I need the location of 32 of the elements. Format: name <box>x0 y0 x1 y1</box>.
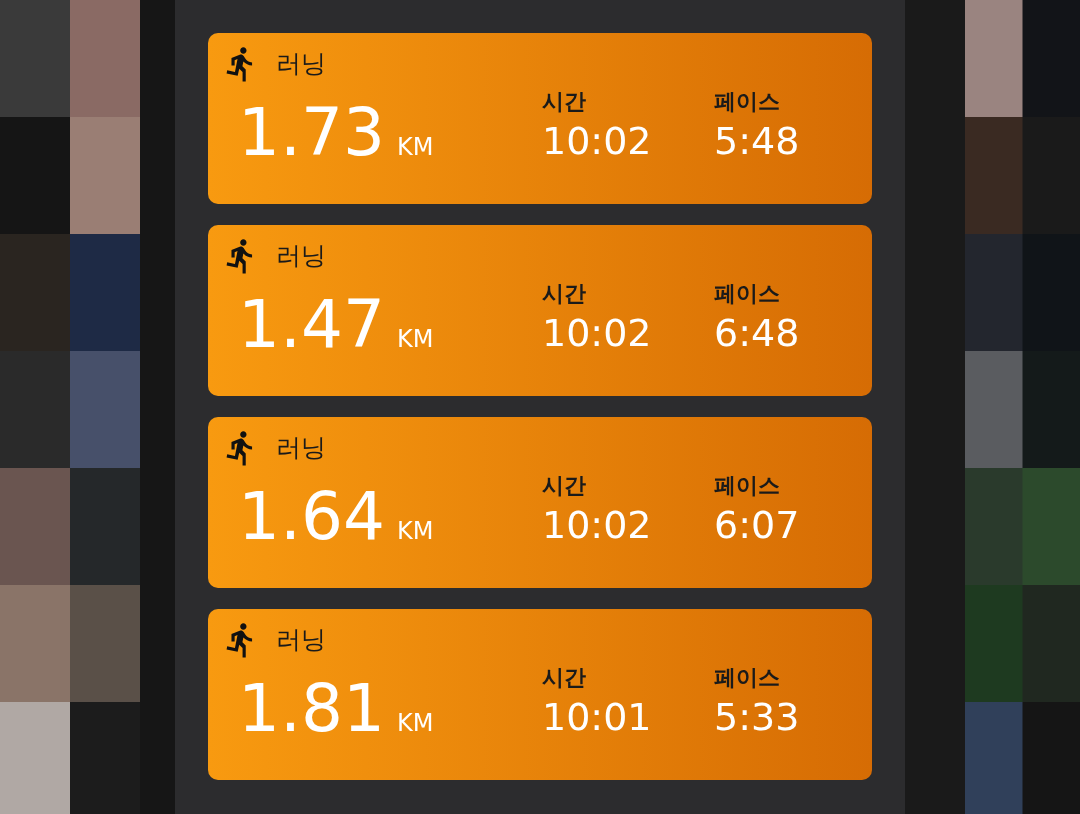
distance-value: 1.73 <box>238 99 385 166</box>
workout-card[interactable]: 러닝 1.73 KM 시간 10:02 페이스 5:48 <box>208 33 872 204</box>
time-label: 시간 <box>542 472 587 500</box>
workout-card[interactable]: 러닝 1.64 KM 시간 10:02 페이스 6:07 <box>208 417 872 588</box>
time-value: 10:02 <box>542 502 653 549</box>
workout-type: 러닝 <box>276 432 326 465</box>
pace-label: 페이스 <box>714 280 781 308</box>
distance-unit: KM <box>396 707 434 739</box>
time-value: 10:01 <box>542 694 653 741</box>
time-label: 시간 <box>542 88 587 116</box>
pace-value: 5:48 <box>714 118 800 165</box>
time-label: 시간 <box>542 280 587 308</box>
pace-value: 6:48 <box>714 310 800 357</box>
pace-value: 5:33 <box>714 694 800 741</box>
pace-label: 페이스 <box>714 88 781 116</box>
time-value: 10:02 <box>542 310 653 357</box>
pace-value: 6:07 <box>714 502 800 549</box>
distance-unit: KM <box>396 515 434 547</box>
workout-card[interactable]: 러닝 1.47 KM 시간 10:02 페이스 6:48 <box>208 225 872 396</box>
workout-type: 러닝 <box>276 624 326 657</box>
workout-type: 러닝 <box>276 48 326 81</box>
pace-label: 페이스 <box>714 472 781 500</box>
distance-value: 1.64 <box>238 483 385 550</box>
pace-label: 페이스 <box>714 664 781 692</box>
distance-unit: KM <box>396 323 434 355</box>
workout-card[interactable]: 러닝 1.81 KM 시간 10:01 페이스 5:33 <box>208 609 872 780</box>
workout-type: 러닝 <box>276 240 326 273</box>
distance-value: 1.47 <box>238 291 385 358</box>
distance-value: 1.81 <box>238 675 385 742</box>
distance-unit: KM <box>396 131 434 163</box>
time-label: 시간 <box>542 664 587 692</box>
time-value: 10:02 <box>542 118 653 165</box>
